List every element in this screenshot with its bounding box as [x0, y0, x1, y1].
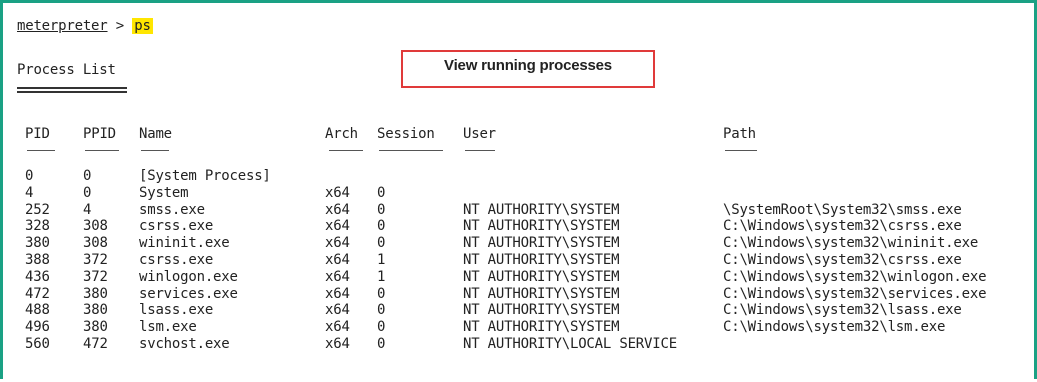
table-cell-pid: 380	[25, 235, 50, 252]
callout-text: View running processes	[444, 56, 612, 74]
table-cell-ppid: 4	[83, 201, 92, 218]
table-cell-ppid: 380	[83, 319, 108, 336]
table-cell-arch: x64	[325, 319, 350, 336]
table-cell-user: NT AUTHORITY\SYSTEM	[463, 302, 620, 319]
table-cell-pid: 388	[25, 252, 50, 268]
table-cell-arch: x64	[325, 252, 350, 268]
table-cell-ppid: 372	[83, 252, 108, 268]
table-cell-arch: x64	[325, 201, 350, 218]
table-cell-pid: 328	[25, 218, 50, 235]
table-cell-path: C:\Windows\system32\csrss.exe	[723, 218, 962, 235]
table-cell-pid: 496	[25, 319, 50, 336]
callout-box: View running processes	[401, 50, 655, 88]
table-cell-arch: x64	[325, 302, 350, 319]
table-cell-user: NT AUTHORITY\SYSTEM	[463, 235, 620, 252]
table-cell-arch: x64	[325, 336, 350, 352]
table-cell-path: C:\Windows\system32\services.exe	[723, 285, 987, 302]
column-header-path: Path	[723, 126, 756, 142]
table-cell-name: services.exe	[139, 285, 238, 302]
column-underline	[379, 150, 443, 151]
prompt-separator: >	[115, 18, 124, 34]
table-cell-user: NT AUTHORITY\LOCAL SERVICE	[463, 336, 677, 352]
table-cell-session: 0	[377, 302, 386, 319]
table-cell-ppid: 372	[83, 268, 108, 285]
table-cell-ppid: 0	[83, 184, 92, 201]
table-cell-name: csrss.exe	[139, 252, 214, 268]
table-cell-path: C:\Windows\system32\csrss.exe	[723, 252, 962, 268]
table-cell-user: NT AUTHORITY\SYSTEM	[463, 285, 620, 302]
table-cell-name: lsm.exe	[139, 319, 197, 336]
column-header-arch: Arch	[325, 126, 358, 142]
table-cell-name: System	[139, 184, 189, 201]
table-cell-user: NT AUTHORITY\SYSTEM	[463, 252, 620, 268]
table-cell-user: NT AUTHORITY\SYSTEM	[463, 218, 620, 235]
table-cell-session: 0	[377, 218, 386, 235]
table-cell-pid: 560	[25, 336, 50, 352]
table-cell-name: winlogon.exe	[139, 268, 238, 285]
table-cell-arch: x64	[325, 184, 350, 201]
table-cell-pid: 4	[25, 184, 34, 201]
table-cell-session: 0	[377, 336, 386, 352]
column-header-name: Name	[139, 126, 172, 142]
table-cell-user: NT AUTHORITY\SYSTEM	[463, 319, 620, 336]
table-cell-session: 1	[377, 252, 386, 268]
table-cell-session: 0	[377, 319, 386, 336]
table-cell-ppid: 380	[83, 285, 108, 302]
terminal-output: meterpreter > ps Process List View runni…	[3, 3, 1034, 379]
table-cell-path: \SystemRoot\System32\smss.exe	[723, 201, 962, 218]
prompt-label: meterpreter	[17, 18, 108, 34]
command-prompt: meterpreter > ps	[17, 17, 153, 35]
column-header-ppid: PPID	[83, 126, 116, 142]
screenshot-frame: meterpreter > ps Process List View runni…	[0, 0, 1037, 379]
table-cell-pid: 252	[25, 201, 50, 218]
column-underline	[85, 150, 119, 151]
table-cell-ppid: 0	[83, 168, 92, 184]
table-cell-name: [System Process]	[139, 168, 271, 184]
table-cell-arch: x64	[325, 268, 350, 285]
table-cell-name: svchost.exe	[139, 336, 230, 352]
table-cell-pid: 436	[25, 268, 50, 285]
table-cell-session: 1	[377, 268, 386, 285]
column-underline	[329, 150, 363, 151]
table-cell-session: 0	[377, 235, 386, 252]
table-cell-user: NT AUTHORITY\SYSTEM	[463, 268, 620, 285]
table-cell-path: C:\Windows\system32\lsass.exe	[723, 302, 962, 319]
table-cell-ppid: 380	[83, 302, 108, 319]
column-header-pid: PID	[25, 126, 50, 142]
table-cell-name: wininit.exe	[139, 235, 230, 252]
column-header-user: User	[463, 126, 496, 142]
table-cell-session: 0	[377, 201, 386, 218]
table-cell-ppid: 308	[83, 218, 108, 235]
table-cell-pid: 0	[25, 168, 34, 184]
column-underline	[27, 150, 55, 151]
table-cell-pid: 472	[25, 285, 50, 302]
table-cell-path: C:\Windows\system32\wininit.exe	[723, 235, 979, 252]
table-cell-arch: x64	[325, 285, 350, 302]
table-cell-name: csrss.exe	[139, 218, 214, 235]
table-cell-user: NT AUTHORITY\SYSTEM	[463, 201, 620, 218]
column-underline	[141, 150, 169, 151]
table-cell-ppid: 472	[83, 336, 108, 352]
table-cell-name: smss.exe	[139, 201, 205, 218]
column-underline	[465, 150, 495, 151]
title-underline	[17, 87, 127, 93]
table-cell-path: C:\Windows\system32\winlogon.exe	[723, 268, 987, 285]
table-cell-ppid: 308	[83, 235, 108, 252]
process-list-title: Process List	[17, 62, 116, 78]
table-cell-arch: x64	[325, 235, 350, 252]
command-text: ps	[132, 18, 153, 34]
table-cell-name: lsass.exe	[139, 302, 214, 319]
table-cell-pid: 488	[25, 302, 50, 319]
column-header-session: Session	[377, 126, 435, 142]
column-underline	[725, 150, 757, 151]
table-cell-arch: x64	[325, 218, 350, 235]
table-cell-session: 0	[377, 184, 386, 201]
table-cell-path: C:\Windows\system32\lsm.exe	[723, 319, 946, 336]
table-cell-session: 0	[377, 285, 386, 302]
